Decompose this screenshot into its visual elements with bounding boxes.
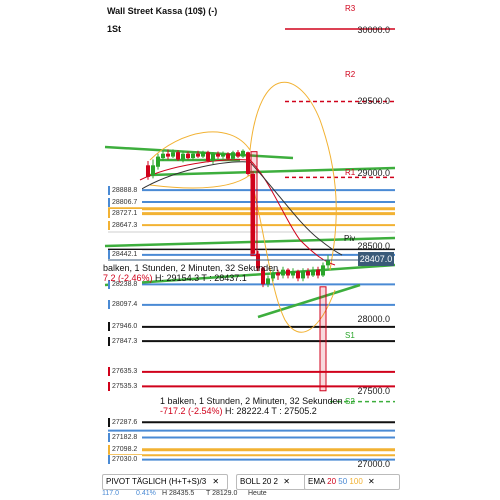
bollinger-lower xyxy=(149,174,336,333)
pivot-s2-label: S2 xyxy=(345,397,355,406)
candle-body xyxy=(221,153,225,157)
candle-body xyxy=(241,150,245,157)
candle-body xyxy=(286,269,290,276)
candle-body xyxy=(161,153,165,159)
price-tick: 27000.0 xyxy=(357,459,390,469)
bar-info-lower: 1 balken, 1 Stunden, 2 Minuten, 32 Sekun… xyxy=(160,396,343,406)
level-price-box: 28097.4 xyxy=(108,300,142,310)
level-price-box: 27635.3 xyxy=(108,367,142,377)
candle-body xyxy=(311,269,315,276)
candle-body xyxy=(281,269,285,276)
candle-body xyxy=(146,165,150,177)
candle-body xyxy=(176,152,180,160)
level-price-box: 27182.8 xyxy=(108,432,142,442)
stat-change: 117.0 xyxy=(102,490,119,497)
level-price-box: 27535.3 xyxy=(108,381,142,391)
close-icon[interactable]: ✕ xyxy=(283,477,290,486)
candle-body xyxy=(306,271,310,276)
bar-info-upper-detail: 7.2 (-2.46%) H: 29154.3 T : 28437.1 xyxy=(103,273,247,283)
level-price-box: 27098.2 xyxy=(108,445,142,455)
candle-body xyxy=(196,153,200,157)
level-price-box: 28888.8 xyxy=(108,185,142,195)
candle-body xyxy=(236,152,240,157)
candle-body xyxy=(181,153,185,160)
high-low-values: H: 29154.3 T : 28437.1 xyxy=(155,273,247,283)
bar-range-highlight xyxy=(250,151,258,257)
level-price-box: 28806.7 xyxy=(108,197,142,207)
pivot-s1-label: S1 xyxy=(345,331,355,340)
candle-body xyxy=(206,152,210,161)
close-icon[interactable]: ✕ xyxy=(212,477,219,486)
indicator-bar: PIVOT TÄGLICH (H+T+S)/3 ✕ BOLL 20 2 ✕ EM… xyxy=(100,472,400,500)
high-low-values: H: 28222.4 T : 27505.2 xyxy=(225,406,317,416)
price-tick: 30000.0 xyxy=(357,25,390,35)
candle-body xyxy=(186,153,190,159)
level-price-box: 27287.6 xyxy=(108,417,142,427)
level-price-box: 27946.0 xyxy=(108,322,142,332)
pivot-r1-label: R1 xyxy=(345,168,356,177)
candle-body xyxy=(191,153,195,159)
candle-body xyxy=(321,265,325,276)
price-chart[interactable] xyxy=(0,0,500,500)
bar-range-highlight xyxy=(319,286,327,392)
candle-body xyxy=(276,272,280,276)
candle-body xyxy=(226,153,230,159)
stat-percent: 0.41% xyxy=(136,490,156,497)
candle-body xyxy=(151,165,155,176)
candle-body xyxy=(216,153,220,157)
candle-body xyxy=(156,156,160,167)
trendline xyxy=(257,283,361,319)
current-price-tag: 28407.0 xyxy=(358,252,394,266)
ema-indicator-chip[interactable]: EMA 20 50 100 ✕ xyxy=(304,474,400,490)
level-price-box: 28442.1 xyxy=(108,250,142,260)
stat-high: H 28435.5 xyxy=(162,490,195,497)
price-tick: 27500.0 xyxy=(357,386,390,396)
candle-body xyxy=(266,278,270,285)
stat-today: Heute xyxy=(248,490,267,497)
close-icon[interactable]: ✕ xyxy=(368,477,375,486)
timeframe-label[interactable]: 1St xyxy=(107,24,121,34)
change-value: 7.2 (-2.46%) xyxy=(103,273,153,283)
level-price-box: 28647.3 xyxy=(108,220,142,230)
boll-indicator-chip[interactable]: BOLL 20 2 ✕ xyxy=(236,474,306,490)
price-tick: 28000.0 xyxy=(357,314,390,324)
level-price-box: 28727.1 xyxy=(108,209,142,219)
candle-body xyxy=(271,272,275,279)
bar-info-upper: balken, 1 Stunden, 2 Minuten, 32 Sekunde… xyxy=(103,263,279,273)
instrument-title: Wall Street Kassa (10$) (-) xyxy=(107,6,218,16)
candle-body xyxy=(201,152,205,157)
candle-body xyxy=(231,152,235,159)
pivot-r2-label: R2 xyxy=(345,70,356,79)
pivot-piv-label: Piv xyxy=(344,234,356,243)
candle-body xyxy=(211,153,215,161)
bar-info-lower-detail: -717.2 (-2.54%) H: 28222.4 T : 27505.2 xyxy=(160,406,317,416)
pivot-indicator-chip[interactable]: PIVOT TÄGLICH (H+T+S)/3 ✕ xyxy=(102,474,228,490)
pivot-r3-label: R3 xyxy=(345,4,356,13)
stat-low: T 28129.0 xyxy=(206,490,238,497)
level-price-box: 27030.0 xyxy=(108,455,142,465)
candle-body xyxy=(246,152,250,174)
level-price-box: 27847.3 xyxy=(108,336,142,346)
candle-body xyxy=(301,271,305,279)
candle-body xyxy=(171,152,175,157)
change-value: -717.2 (-2.54%) xyxy=(160,406,223,416)
candle-body xyxy=(166,153,170,157)
candle-body xyxy=(291,271,295,276)
candle-body xyxy=(316,269,320,276)
price-tick: 29500.0 xyxy=(357,96,390,106)
candle-body xyxy=(296,271,300,279)
